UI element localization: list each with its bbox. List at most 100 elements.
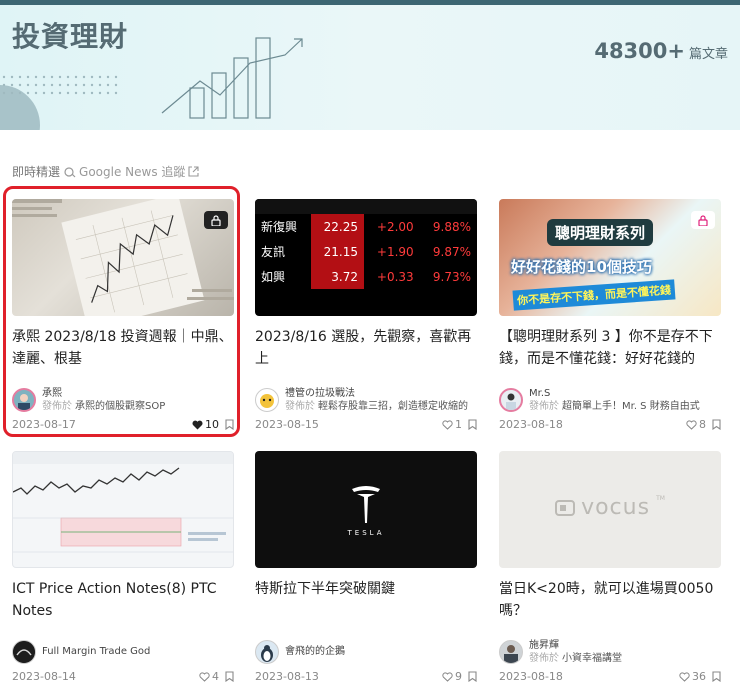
published-in-label: 發佈於 xyxy=(285,401,315,412)
article-stats: 4 xyxy=(199,670,234,683)
heart-icon xyxy=(442,671,453,682)
article-title[interactable]: 2023/8/16 選股，先觀察，喜歡再上 xyxy=(255,326,477,370)
section-title: 即時精選 xyxy=(12,165,61,179)
article-date: 2023-08-18 xyxy=(499,418,563,431)
price-chart-screenshot xyxy=(13,452,233,553)
article-count-unit: 篇文章 xyxy=(688,47,728,62)
author-name[interactable]: 會飛的的企鵝 xyxy=(285,640,345,664)
avatar-image xyxy=(506,393,516,410)
tesla-wordmark: TESLA xyxy=(347,529,385,537)
published-in: 發佈於 小資幸福講堂 xyxy=(529,652,622,665)
bookmark-icon[interactable] xyxy=(468,419,477,430)
article-date: 2023-08-13 xyxy=(255,670,319,683)
author-row: 禮管の拉圾戰法 發佈於 輕鬆存股靠三招，創造穩定收縮的 xyxy=(255,386,477,414)
article-card[interactable]: 聰明理財系列 好好花錢的10個技巧 你不是存不下錢，而是不懂花錢 【聰明理財系列… xyxy=(499,199,721,431)
article-title[interactable]: ICT Price Action Notes(8) PTC Notes xyxy=(12,578,234,622)
stock-change: +2.00 xyxy=(363,214,420,239)
stock-name: 友訊 xyxy=(255,239,311,264)
article-meta: 2023-08-18 36 xyxy=(499,670,721,683)
vocus-logo: vocus TM xyxy=(499,495,721,520)
article-card[interactable]: vocus TM 當日K<20時，就可以進場買0050嗎？ 施昇輝 發佈於 小資幸… xyxy=(499,451,721,683)
avatar-image xyxy=(260,394,274,408)
decorative-dots xyxy=(2,75,118,95)
category-hero: 投資理財 48300+ 篇文章 xyxy=(0,5,740,130)
bookmark-icon[interactable] xyxy=(468,671,477,682)
author-row: 施昇輝 發佈於 小資幸福講堂 xyxy=(499,638,721,666)
stock-row: 新復興 22.25 +2.00 9.88% xyxy=(255,214,477,239)
avatar-image xyxy=(504,645,518,663)
article-thumbnail[interactable]: TESLA xyxy=(255,451,477,568)
article-thumbnail[interactable]: vocus TM xyxy=(499,451,721,568)
article-meta: 2023-08-15 1 xyxy=(255,418,477,431)
like-count: 9 xyxy=(455,670,462,683)
published-in: 發佈於 超簡單上手！Mr. S 財務自由式 xyxy=(529,400,700,413)
published-in: 發佈於 輕鬆存股靠三招，創造穩定收縮的 xyxy=(285,400,468,413)
author-avatar[interactable] xyxy=(499,388,523,412)
published-in-label: 發佈於 xyxy=(529,653,559,664)
article-thumbnail[interactable]: 新復興 22.25 +2.00 9.88% 友訊 21.15 +1.90 9.8… xyxy=(255,199,477,316)
published-in-label: 發佈於 xyxy=(529,401,559,412)
bookmark-icon[interactable] xyxy=(712,419,721,430)
author-avatar[interactable] xyxy=(499,640,523,664)
article-meta: 2023-08-13 9 xyxy=(255,670,477,683)
like-count: 36 xyxy=(692,670,706,683)
stock-change: +0.33 xyxy=(363,264,420,289)
article-card[interactable]: 新復興 22.25 +2.00 9.88% 友訊 21.15 +1.90 9.8… xyxy=(255,199,477,431)
column-link[interactable]: 輕鬆存股靠三招，創造穩定收縮的 xyxy=(318,401,468,412)
article-meta: 2023-08-14 4 xyxy=(12,670,234,683)
bookmark-icon[interactable] xyxy=(712,671,721,682)
article-card[interactable]: ICT Price Action Notes(8) PTC Notes Full… xyxy=(12,451,234,683)
bookmark-icon[interactable] xyxy=(225,671,234,682)
like-button[interactable]: 9 xyxy=(442,670,462,683)
like-count: 1 xyxy=(455,418,462,431)
article-date: 2023-08-18 xyxy=(499,670,563,683)
article-meta: 2023-08-18 8 xyxy=(499,418,721,431)
stock-row: 友訊 21.15 +1.90 9.87% xyxy=(255,239,477,264)
like-button[interactable]: 8 xyxy=(686,418,706,431)
heart-icon xyxy=(679,671,690,682)
google-news-label: Google News 追蹤 xyxy=(79,165,186,179)
author-avatar[interactable] xyxy=(255,388,279,412)
vocus-logo-tm: TM xyxy=(656,495,665,502)
stock-table-header xyxy=(255,199,477,214)
stock-price: 22.25 xyxy=(311,214,364,239)
tesla-logo xyxy=(352,486,380,523)
growth-chart-illustration xyxy=(161,37,303,119)
like-count: 8 xyxy=(699,418,706,431)
article-card[interactable]: TESLA 特斯拉下半年突破關鍵 會飛的的企鵝 2023-08-13 9 xyxy=(255,451,477,683)
google-news-follow-link[interactable]: Google News 追蹤 xyxy=(64,163,199,180)
author-name[interactable]: Mr.S xyxy=(529,387,700,400)
article-title[interactable]: 【聰明理財系列 3 】你不是存不下錢，而是不懂花錢：好好花錢的10... xyxy=(499,326,721,370)
like-count: 4 xyxy=(212,670,219,683)
like-button[interactable]: 36 xyxy=(679,670,706,683)
article-title[interactable]: 特斯拉下半年突破關鍵 xyxy=(255,578,477,622)
article-thumbnail[interactable] xyxy=(12,451,234,568)
article-title[interactable]: 當日K<20時，就可以進場買0050嗎？ xyxy=(499,578,721,622)
author-info: Full Margin Trade God xyxy=(42,640,150,664)
lock-icon xyxy=(698,214,708,226)
stock-change-pct: 9.88% xyxy=(419,214,477,239)
author-avatar[interactable] xyxy=(255,640,279,664)
stock-price: 21.15 xyxy=(311,239,364,264)
author-name[interactable]: Full Margin Trade God xyxy=(42,640,150,664)
google-news-icon xyxy=(64,166,76,177)
author-name[interactable]: 施昇輝 xyxy=(529,639,622,652)
banner-subline: 你不是存不下錢，而是不懂花錢 xyxy=(512,279,676,311)
article-stats: 9 xyxy=(442,670,477,683)
vocus-logo-icon xyxy=(555,499,576,516)
article-thumbnail[interactable]: 聰明理財系列 好好花錢的10個技巧 你不是存不下錢，而是不懂花錢 xyxy=(499,199,721,316)
author-name[interactable]: 禮管の拉圾戰法 xyxy=(285,387,468,400)
author-row: 會飛的的企鵝 xyxy=(255,638,477,666)
column-link[interactable]: 小資幸福講堂 xyxy=(562,653,622,664)
author-avatar[interactable] xyxy=(12,640,36,664)
like-button[interactable]: 1 xyxy=(442,418,462,431)
stock-change: +1.90 xyxy=(363,239,420,264)
article-count: 48300+ 篇文章 xyxy=(594,39,728,63)
column-link[interactable]: 超簡單上手！Mr. S 財務自由式 xyxy=(562,401,700,412)
locked-badge xyxy=(691,211,715,229)
heart-icon xyxy=(199,671,210,682)
like-button[interactable]: 4 xyxy=(199,670,219,683)
author-info: 禮管の拉圾戰法 發佈於 輕鬆存股靠三招，創造穩定收縮的 xyxy=(285,387,468,413)
stock-quote-table: 新復興 22.25 +2.00 9.88% 友訊 21.15 +1.90 9.8… xyxy=(255,214,477,289)
article-count-value: 48300+ xyxy=(594,39,685,63)
